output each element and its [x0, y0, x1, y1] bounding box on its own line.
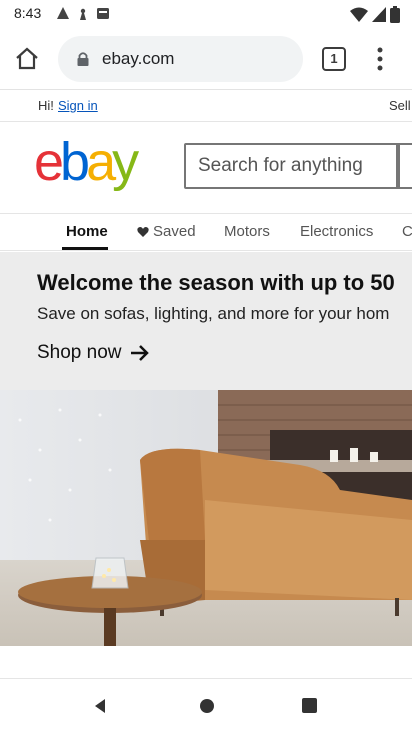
sign-in-link[interactable]: Sign in [58, 98, 98, 113]
arrow-right-icon [130, 345, 149, 361]
promo-banner[interactable]: Welcome the season with up to 50 Save on… [0, 252, 412, 390]
shop-now-link[interactable]: Shop now [37, 342, 150, 364]
calendar-icon [97, 8, 109, 19]
status-right-icons [350, 6, 400, 23]
hero-image[interactable] [0, 390, 412, 646]
search-input[interactable] [186, 145, 398, 187]
status-bar: 8:43 [0, 0, 412, 28]
more-vert-icon[interactable] [370, 44, 390, 74]
back-icon[interactable] [92, 698, 108, 714]
ebay-top-strip: Hi! Sign in Sell [0, 92, 412, 122]
recents-icon[interactable] [302, 698, 317, 713]
address-bar[interactable]: ebay.com [58, 36, 303, 82]
active-tab-indicator [62, 247, 108, 250]
signal-tower-icon [80, 8, 86, 20]
tab-home[interactable]: Home [66, 223, 108, 240]
search-button[interactable] [396, 143, 412, 189]
home-icon[interactable] [14, 46, 40, 72]
category-nav: Home Saved Motors Electronics C [0, 213, 412, 251]
search-field[interactable] [184, 143, 400, 189]
tab-electronics[interactable]: Electronics [300, 223, 373, 240]
heart-icon [137, 227, 149, 237]
cell-signal-icon [372, 6, 386, 22]
alert-icon [57, 7, 69, 19]
shop-now-label: Shop now [37, 342, 122, 363]
greeting-text: Hi! [38, 98, 54, 113]
tab-motors[interactable]: Motors [224, 223, 270, 240]
battery-icon [390, 6, 400, 23]
tab-switcher-button[interactable]: 1 [322, 47, 346, 71]
ebay-logo[interactable]: ebay [34, 134, 170, 198]
lock-icon [77, 52, 89, 66]
svg-text:ebay: ebay [34, 134, 139, 192]
browser-toolbar: ebay.com 1 [0, 28, 412, 90]
sell-link[interactable]: Sell [389, 98, 411, 113]
android-nav-bar [0, 678, 412, 732]
status-time: 8:43 [14, 5, 42, 21]
wifi-icon [350, 7, 368, 22]
banner-title: Welcome the season with up to 50 [37, 270, 395, 295]
banner-subtitle: Save on sofas, lighting, and more for yo… [37, 304, 390, 323]
tab-partial[interactable]: C [402, 223, 412, 240]
tab-saved[interactable]: Saved [153, 223, 196, 240]
status-left-icons [56, 6, 110, 20]
home-circle-icon[interactable] [199, 698, 215, 714]
url-text: ebay.com [102, 49, 175, 68]
